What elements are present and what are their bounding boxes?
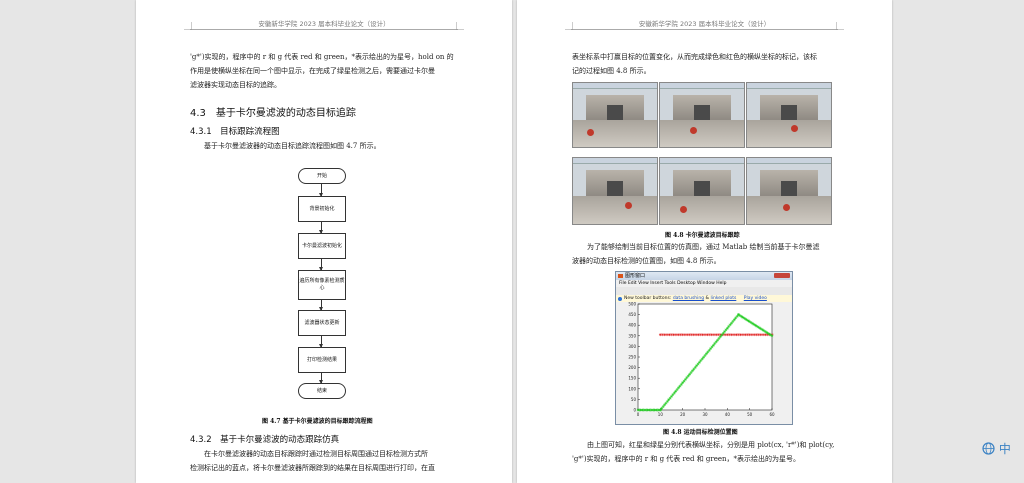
flow-arrow <box>319 299 323 311</box>
play-video-link[interactable]: Play video <box>744 296 767 301</box>
globe-icon[interactable] <box>982 442 995 455</box>
matlab-logo-icon <box>618 274 623 278</box>
matlab-info-bar: New toolbar buttons: data brushing & lin… <box>616 295 792 302</box>
body-text-line: 基于卡尔曼滤波器的动态目标追踪流程图如图 4.7 所示。 <box>204 142 381 150</box>
body-text-line: 检测标记出的蓝点，将卡尔曼滤波器所跟踪到的结果在目标周围进行打印，在直 <box>190 464 435 472</box>
flow-end: 结束 <box>298 383 346 399</box>
flow-arrow <box>319 221 323 234</box>
body-text-line: 波器的动态目标检测的位置图，如图 4.8 所示。 <box>572 257 721 265</box>
info-and: & <box>705 296 710 301</box>
flow-arrow <box>319 372 323 384</box>
data-brushing-link[interactable]: data brushing <box>673 296 704 301</box>
y-tick-label: 500 <box>628 302 636 307</box>
body-text-line: 表坐标系中打赢目标的位置变化，从而完成绿色和红色的横纵坐标的标记，该标 <box>572 53 817 61</box>
flow-arrow <box>319 183 323 197</box>
body-text-line: 记的过程如图 4.8 所示。 <box>572 67 651 75</box>
crop-mark-icon <box>565 22 573 30</box>
y-tick-label: 450 <box>628 312 636 317</box>
section-heading: 4.3 基于卡尔曼滤波的动态目标追踪 <box>190 108 356 119</box>
x-tick-label: 40 <box>725 412 731 417</box>
flow-step: 遍历所有像素检测质心 <box>298 270 346 300</box>
figure-caption: 图 4.7 基于卡尔曼滤波的目标跟踪流程图 <box>262 418 373 425</box>
tracking-frame-image <box>659 82 745 148</box>
matlab-menu-bar[interactable]: File Edit View Insert Tools Desktop Wind… <box>616 280 792 287</box>
body-text-line: 在卡尔曼滤波器的动态目标跟踪时通过检测目标周围通过目标检测方式所 <box>204 450 428 458</box>
subsection-heading: 4.3.2 基于卡尔曼滤波的动态跟踪仿真 <box>190 435 340 445</box>
x-tick-label: 50 <box>747 412 753 417</box>
info-icon <box>618 296 622 301</box>
y-tick-label: 150 <box>628 376 636 381</box>
crop-mark-icon <box>456 22 464 30</box>
tracking-frame-image <box>746 82 832 148</box>
crop-mark-icon <box>836 22 844 30</box>
figure-caption: 图 4.8 运动目标检测位置图 <box>663 429 738 436</box>
position-chart: 0501001502002503003504004505000 10 20 30 40 5… <box>616 302 792 424</box>
document-page-left: 安徽新华学院 2023 届本科毕业论文（设计） 'g*')实现的，程序中的 r … <box>136 0 512 483</box>
subsection-heading: 4.3.1 目标跟踪流程图 <box>190 127 280 137</box>
crop-mark-icon <box>184 22 192 30</box>
x-tick-label: 30 <box>702 412 708 417</box>
matlab-figure-window: 图形窗口 File Edit View Insert Tools Desktop… <box>615 271 793 425</box>
y-tick-label: 350 <box>628 333 636 338</box>
y-tick-label: 300 <box>628 344 636 349</box>
green-star-point <box>770 334 774 338</box>
matlab-toolbar[interactable] <box>616 287 792 300</box>
tracking-frame-image <box>746 157 832 225</box>
window-controls <box>774 273 790 278</box>
header-rule <box>190 29 458 30</box>
figure-caption: 图 4.8 卡尔曼滤波目标跟踪 <box>665 232 740 239</box>
matlab-title: 图形窗口 <box>625 273 646 279</box>
y-tick-label: 100 <box>628 386 636 391</box>
body-text-line: 'g*')实现的，程序中的 r 和 g 代表 red 和 green，*表示绘出… <box>572 455 801 463</box>
tracking-frame-image <box>572 157 658 225</box>
flow-arrow <box>319 258 323 271</box>
flow-step: 背景初始化 <box>298 196 346 222</box>
flow-step: 滤波器状态更新 <box>298 310 346 336</box>
y-tick-label: 250 <box>628 355 636 360</box>
document-page-right: 安徽新华学院 2023 届本科毕业论文（设计） 表坐标系中打赢目标的位置变化，从… <box>517 0 892 483</box>
header-rule <box>571 29 838 30</box>
body-text-line: 由上图可知，红星和绿星分别代表横纵坐标，分别是用 plot(cx, 'r*')和… <box>587 441 835 449</box>
flow-arrow <box>319 335 323 348</box>
flow-step: 打印检测结果 <box>298 347 346 373</box>
tracking-frame-image <box>572 82 658 148</box>
y-tick-label: 50 <box>631 397 637 402</box>
x-tick-label: 20 <box>680 412 686 417</box>
x-tick-label: 10 <box>658 412 664 417</box>
flow-start: 开始 <box>298 168 346 184</box>
language-label[interactable]: 中 <box>999 442 1011 456</box>
info-text: New toolbar buttons: <box>624 296 672 301</box>
x-tick-label: 60 <box>769 412 775 417</box>
y-tick-label: 200 <box>628 365 636 370</box>
body-text-line: 滤波器实现动态目标的追踪。 <box>190 81 281 89</box>
y-tick-label: 400 <box>628 323 636 328</box>
side-language-control[interactable]: 中 <box>982 440 1011 457</box>
x-tick-label: 0 <box>637 412 640 417</box>
body-text-line: 'g*')实现的，程序中的 r 和 g 代表 red 和 green，*表示绘出… <box>190 53 454 61</box>
body-text-line: 作用是使横纵坐标在同一个图中显示，在完成了绿星检测之后，需要通过卡尔曼 <box>190 67 435 75</box>
linked-plots-link[interactable]: linked plots <box>710 296 736 301</box>
tracking-frame-image <box>659 157 745 225</box>
flow-step: 卡尔曼滤波初始化 <box>298 233 346 259</box>
body-text-line: 为了能够绘制当前目标位置的仿真图，通过 Matlab 绘制当前基于卡尔曼滤 <box>587 243 820 251</box>
matlab-title-bar: 图形窗口 <box>616 272 792 280</box>
